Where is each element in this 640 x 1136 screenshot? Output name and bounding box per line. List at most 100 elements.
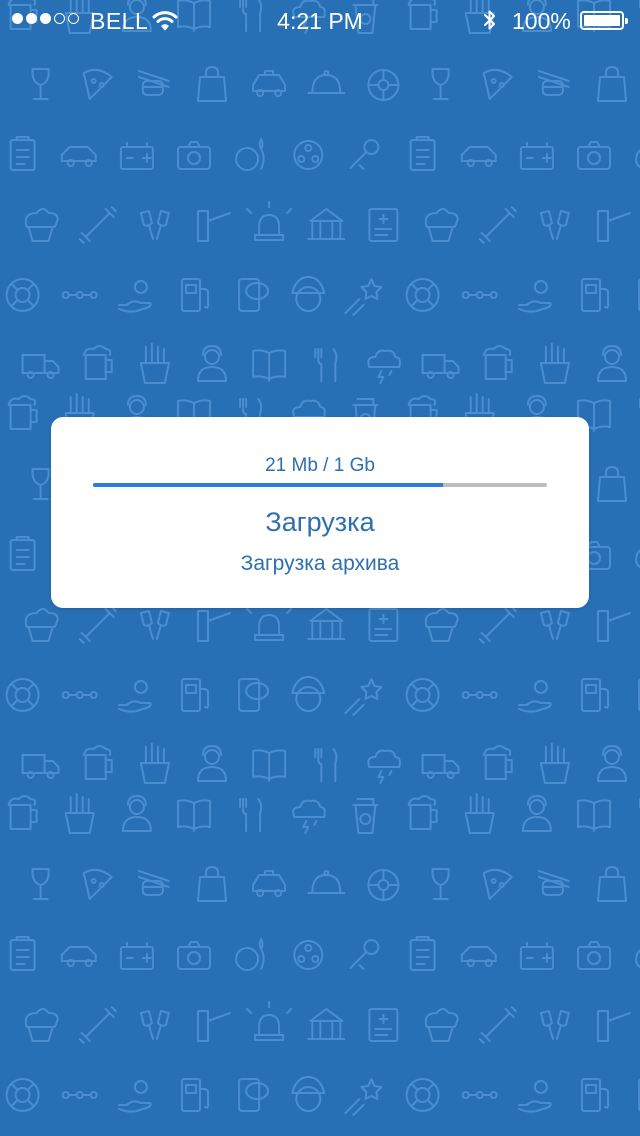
food-cloche-icon <box>307 870 346 894</box>
fork-knife-icon <box>239 798 263 832</box>
dumbbell-icon <box>478 1006 517 1044</box>
sushi-icon <box>537 870 570 896</box>
delivery-truck-icon <box>421 754 460 779</box>
wheel-icon <box>367 69 400 101</box>
gas-station-icon <box>181 278 209 312</box>
storm-cloud-icon <box>367 349 401 384</box>
film-reel-icon <box>293 140 324 170</box>
bowling-icon <box>235 138 265 171</box>
route-icon <box>461 691 498 699</box>
pizza-slice-icon <box>82 68 113 100</box>
fork-knife-icon <box>314 348 338 382</box>
parking-barrier-icon <box>197 610 231 642</box>
download-progress-dialog: 21 Mb / 1 Gb Загрузка Загрузка архива <box>51 417 589 608</box>
pizza-slice-icon <box>482 868 513 900</box>
dialog-title: Загрузка <box>265 507 375 537</box>
clipboard-icon <box>409 936 436 971</box>
beer-mug-icon <box>407 795 438 830</box>
toast-glasses-icon <box>139 1010 170 1040</box>
toast-glasses-icon <box>139 210 170 240</box>
pizza-slice-icon <box>82 868 113 900</box>
clipboard-icon <box>9 936 36 971</box>
book-icon <box>252 749 287 782</box>
clipboard-icon <box>9 136 36 171</box>
shopping-bag-icon <box>197 866 227 902</box>
fireman-icon <box>291 276 326 312</box>
car-icon <box>460 146 497 167</box>
siren-icon <box>246 1001 293 1041</box>
shopping-bag-icon <box>197 66 227 102</box>
coffee-cup-icon <box>352 798 379 834</box>
route-icon <box>61 691 98 699</box>
lifebuoy-icon <box>405 678 440 712</box>
dialog-subtitle: Загрузка архива <box>240 552 400 575</box>
car-icon <box>460 946 497 967</box>
medical-chart-icon <box>368 1008 399 1042</box>
bowling-icon <box>235 938 265 971</box>
food-cloche-icon <box>307 70 346 94</box>
car-battery-icon <box>119 142 154 170</box>
route-icon <box>461 291 498 299</box>
route-icon <box>61 291 98 299</box>
gas-station-icon <box>581 278 609 312</box>
pizza-slice-icon <box>482 68 513 100</box>
shopping-bag-icon <box>597 66 627 102</box>
medical-chart-icon <box>368 608 399 642</box>
sos-phone-icon <box>238 278 270 312</box>
lifebuoy-icon <box>5 1078 40 1112</box>
camera-icon <box>577 141 611 170</box>
wheel-icon <box>367 869 400 901</box>
french-fries-icon <box>139 743 170 784</box>
siren-icon <box>246 201 293 241</box>
toast-glasses-icon <box>139 610 170 640</box>
sushi-icon <box>137 870 170 896</box>
book-icon <box>177 799 211 832</box>
beer-mug-icon <box>82 745 113 780</box>
microphone-icon <box>349 939 380 970</box>
gas-station-icon <box>181 678 209 712</box>
gas-station-icon <box>581 1078 609 1112</box>
wine-glass-icon <box>431 868 450 900</box>
delivery-truck-icon <box>21 354 60 379</box>
wine-glass-icon <box>31 468 50 500</box>
museum-icon <box>307 608 346 640</box>
film-reel-icon <box>293 940 324 970</box>
lifebuoy-icon <box>5 278 40 312</box>
camera-icon <box>577 941 611 970</box>
fireman-icon <box>291 676 326 712</box>
taxi-icon <box>252 70 287 97</box>
gas-station-icon <box>581 678 609 712</box>
dumbbell-icon <box>78 606 117 644</box>
shooting-star-icon <box>344 278 383 316</box>
car-icon <box>60 946 97 967</box>
museum-icon <box>307 208 346 240</box>
gas-station-icon <box>181 1078 209 1112</box>
cupcake-icon <box>424 208 459 242</box>
cupcake-icon <box>24 608 59 642</box>
battery-icon <box>580 11 628 30</box>
delivery-truck-icon <box>21 754 60 779</box>
parking-barrier-icon <box>197 210 231 242</box>
toast-glasses-icon <box>539 210 570 240</box>
french-fries-icon <box>64 793 95 834</box>
beer-mug-icon <box>7 795 38 830</box>
money-hand-icon <box>117 680 152 713</box>
battery-tip <box>625 18 628 24</box>
car-battery-icon <box>119 942 154 970</box>
dumbbell-icon <box>478 206 517 244</box>
wine-glass-icon <box>431 68 450 100</box>
french-fries-icon <box>539 343 570 384</box>
camera-icon <box>177 141 211 170</box>
taxi-icon <box>252 870 287 897</box>
camera-icon <box>177 941 211 970</box>
download-progress-fill <box>93 483 443 487</box>
cupcake-icon <box>24 208 59 242</box>
route-icon <box>61 1091 98 1099</box>
lifebuoy-icon <box>5 678 40 712</box>
money-hand-icon <box>117 1080 152 1113</box>
call-center-icon <box>521 795 552 832</box>
delivery-truck-icon <box>421 354 460 379</box>
clipboard-icon <box>409 136 436 171</box>
microphone-icon <box>349 139 380 170</box>
lifebuoy-icon <box>405 1078 440 1112</box>
